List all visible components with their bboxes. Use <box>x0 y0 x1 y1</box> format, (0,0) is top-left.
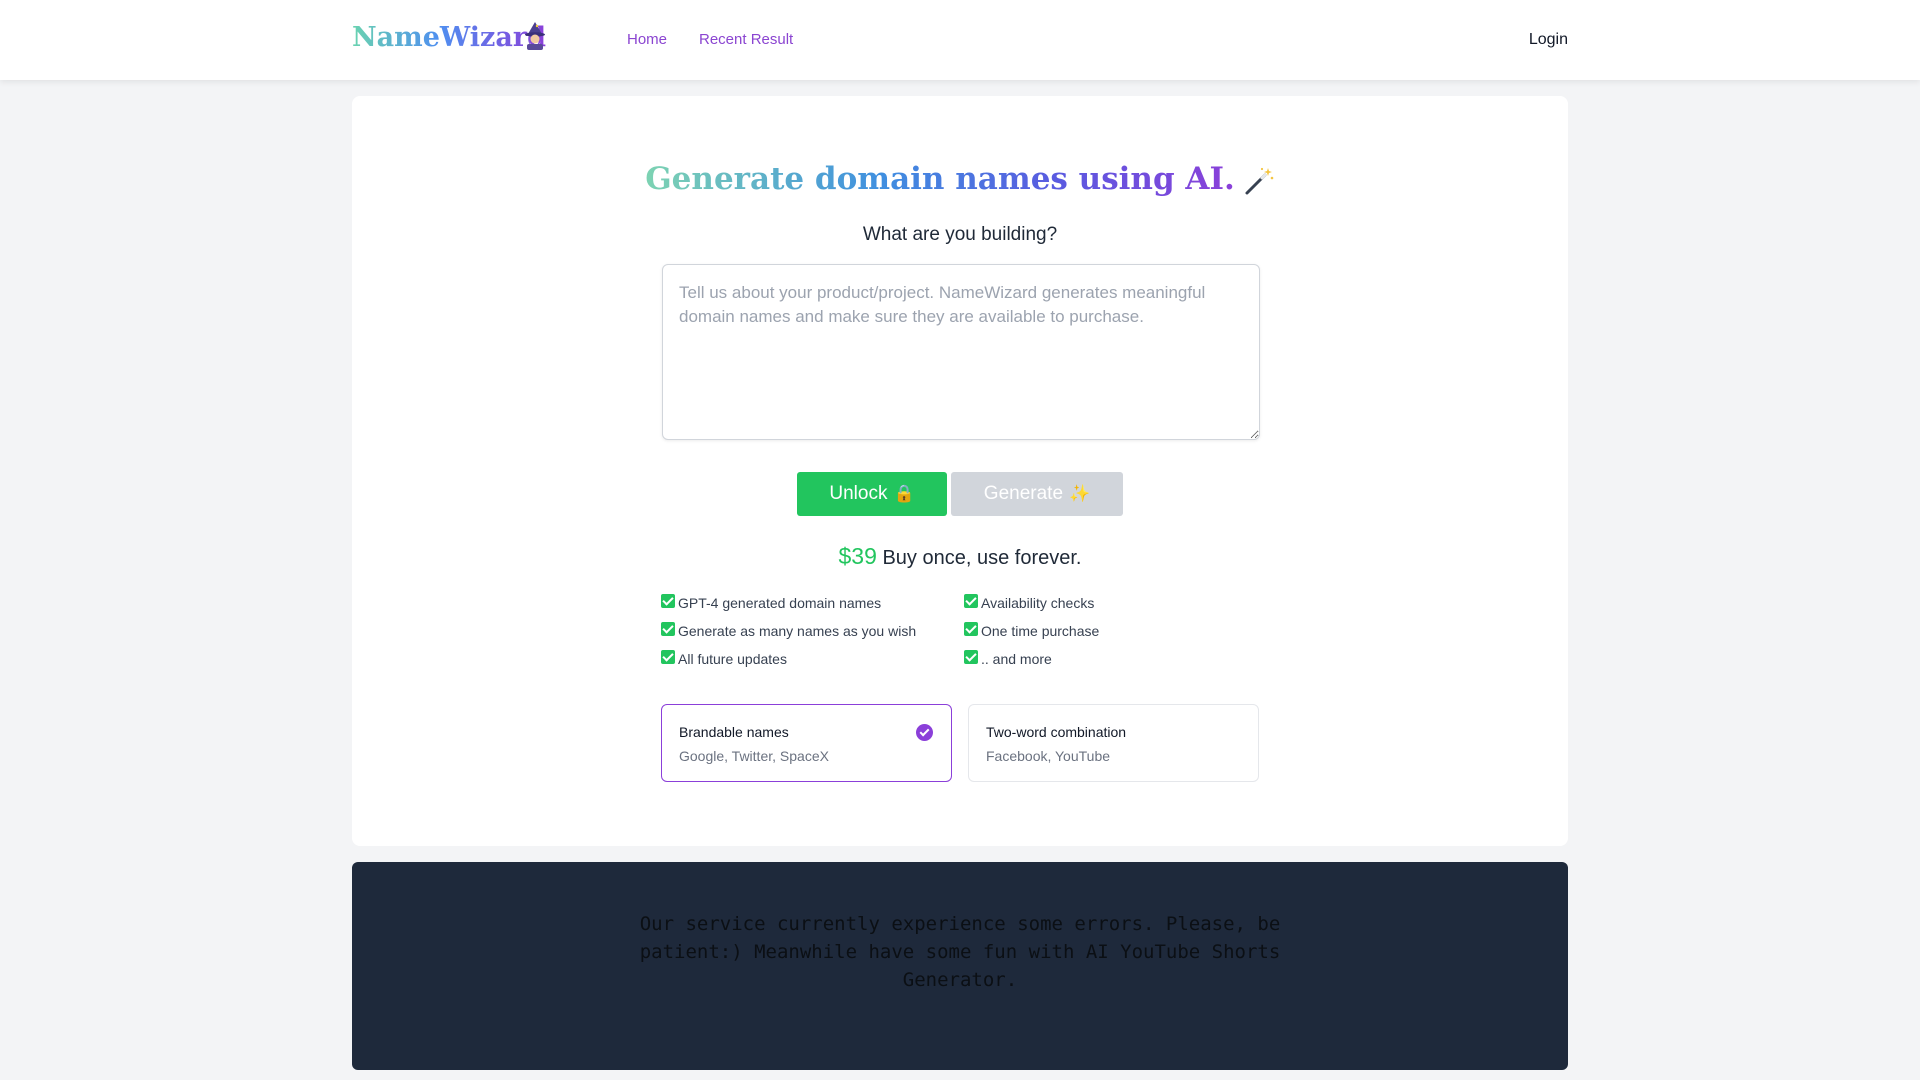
checkmark-icon <box>661 622 675 636</box>
feature-label: Generate as many names as you wish <box>678 623 917 639</box>
feature-item: Generate as many names as you wish <box>661 622 916 640</box>
option-examples: Google, Twitter, SpaceX <box>679 748 829 764</box>
prompt-question: What are you building? <box>862 224 1058 245</box>
login-link[interactable]: Login <box>1529 29 1568 51</box>
main-card: Generate domain names using AI. What are… <box>352 96 1568 846</box>
logo-text[interactable]: NameWizard <box>352 20 546 56</box>
nav-recent-result-link[interactable]: Recent Result <box>699 30 793 50</box>
generate-button[interactable]: Generate ✨ <box>951 472 1123 516</box>
option-title: Brandable names <box>679 724 789 740</box>
project-description-input[interactable] <box>662 264 1260 440</box>
page-title: Generate domain names using AI. <box>352 158 1568 200</box>
checkmark-icon <box>964 650 978 664</box>
feature-item: GPT-4 generated domain names <box>661 594 881 612</box>
feature-item: One time purchase <box>964 622 1099 640</box>
feature-item: Availability checks <box>964 594 1094 612</box>
feature-label: .. and more <box>981 651 1052 667</box>
checkmark-icon <box>964 622 978 636</box>
unlock-button[interactable]: Unlock 🔒 <box>797 472 947 516</box>
service-notice-text: Our service currently experience some er… <box>639 913 1281 991</box>
pricing-line: $39 Buy once, use forever. <box>352 542 1568 572</box>
magic-wand-icon <box>1245 167 1274 194</box>
checkmark-icon <box>661 594 675 608</box>
selected-check-icon <box>916 724 933 741</box>
option-title: Two-word combination <box>986 724 1127 740</box>
checkmark-icon <box>661 650 675 664</box>
feature-item: All future updates <box>661 650 787 668</box>
option-two-word-combination[interactable]: Two-word combination Facebook, YouTube <box>968 704 1259 782</box>
price-tagline: Buy once, use forever. <box>882 547 1082 569</box>
feature-label: GPT-4 generated domain names <box>678 595 882 611</box>
sparkles-icon: ✨ <box>1069 484 1091 503</box>
nav-home-link[interactable]: Home <box>627 30 667 50</box>
checkmark-icon <box>964 594 978 608</box>
unlock-button-label: Unlock <box>829 483 888 504</box>
top-navbar: NameWizard Home Recent Result Login <box>0 0 1920 80</box>
wizard-icon <box>525 22 545 50</box>
page-title-text: Generate domain names using AI. <box>645 161 1235 197</box>
option-examples: Facebook, YouTube <box>986 748 1111 764</box>
feature-label: All future updates <box>678 651 787 667</box>
option-brandable-names[interactable]: Brandable names Google, Twitter, SpaceX <box>661 704 952 782</box>
lock-icon: 🔒 <box>893 484 915 503</box>
generate-button-label: Generate <box>983 483 1064 504</box>
price-amount: $39 <box>838 543 877 569</box>
feature-label: One time purchase <box>981 623 1100 639</box>
feature-item: .. and more <box>964 650 1052 668</box>
service-notice-panel: Our service currently experience some er… <box>352 862 1568 1070</box>
feature-label: Availability checks <box>981 595 1095 611</box>
